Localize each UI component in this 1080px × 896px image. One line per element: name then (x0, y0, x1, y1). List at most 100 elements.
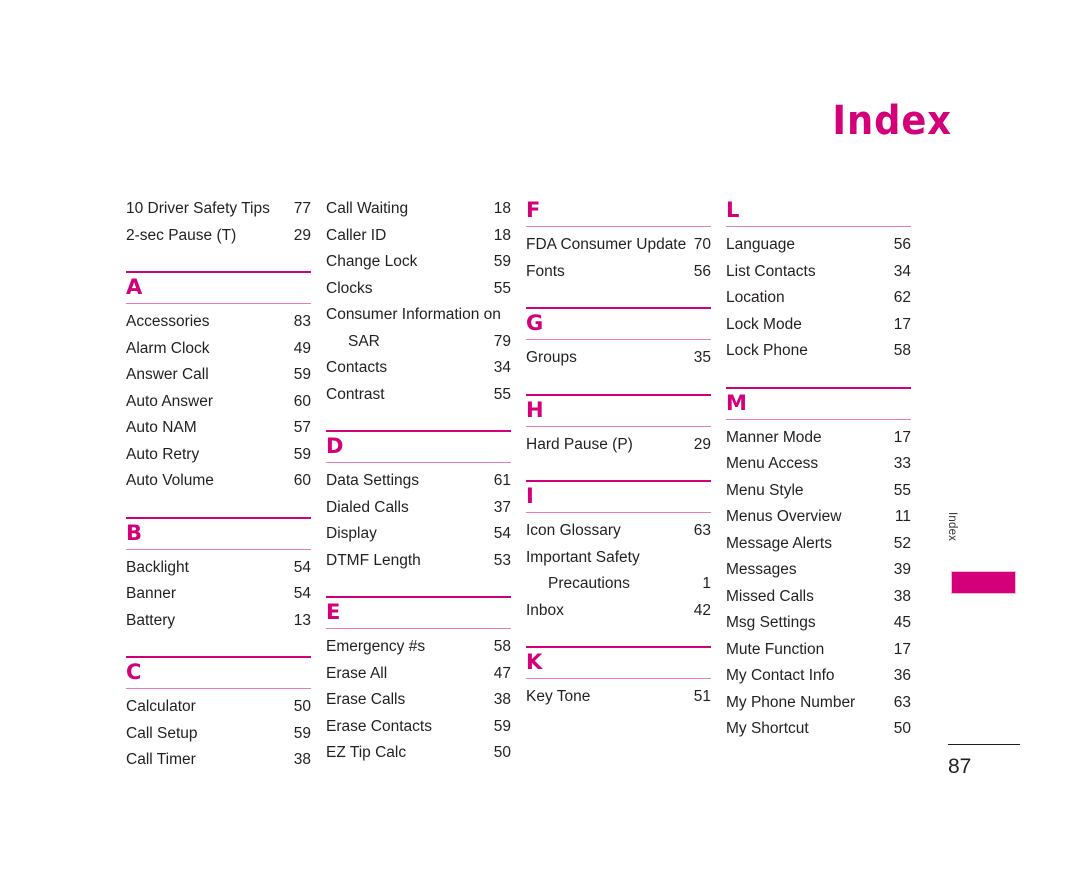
index-entry[interactable]: Lock Phone 58 (726, 338, 911, 365)
index-entry[interactable]: Consumer Information on SAR 79 (326, 302, 511, 355)
index-entry[interactable]: Important Safety Precautions 1 (526, 545, 711, 598)
index-section-intro: 10 Driver Safety Tips 77 2-sec Pause (T) 29 (126, 196, 311, 249)
index-entry[interactable]: Inbox 42 (526, 598, 711, 625)
index-entry-page: 57 (293, 419, 311, 436)
index-entry[interactable]: Battery 13 (126, 608, 311, 635)
index-section-g: G Groups 35 (526, 285, 711, 372)
index-entry[interactable]: My Contact Info 36 (726, 663, 911, 690)
index-entry[interactable]: Manner Mode 17 (726, 425, 911, 452)
index-section-e: E Emergency #s 58 Erase All 47 Erase Calls 38 E… (326, 574, 511, 767)
index-entry-label: Menus Overview (726, 508, 842, 525)
index-entry[interactable]: Message Alerts 52 (726, 531, 911, 558)
index-entry-page: 59 (293, 366, 311, 383)
index-entry-label-cont: Precautions (548, 575, 630, 592)
index-entry[interactable]: Hard Pause (P) 29 (526, 432, 711, 459)
index-entry[interactable]: Missed Calls 38 (726, 584, 911, 611)
index-entry[interactable]: Msg Settings 45 (726, 610, 911, 637)
index-entry[interactable]: My Phone Number 63 (726, 690, 911, 717)
index-entry[interactable]: Calculator 50 (126, 694, 311, 721)
index-entry[interactable]: Menu Style 55 (726, 478, 911, 505)
index-entry[interactable]: Icon Glossary 63 (526, 518, 711, 545)
index-entry[interactable]: Language 56 (726, 232, 911, 259)
index-entry[interactable]: My Shortcut 50 (726, 716, 911, 743)
index-entry-page: 54 (293, 558, 311, 576)
index-entry[interactable]: Groups 35 (526, 345, 711, 372)
index-entry-page: 55 (893, 481, 911, 499)
index-entry[interactable]: Banner 54 (126, 581, 311, 608)
index-entry-label: Important Safety (526, 548, 640, 566)
index-entry-label: Inbox (526, 601, 564, 619)
index-entry[interactable]: Auto NAM 57 (126, 415, 311, 442)
index-entry-page: 60 (293, 472, 311, 489)
section-letter-row: I (526, 482, 711, 512)
section-letter-row: F (526, 196, 711, 226)
index-entry[interactable]: Contacts 34 (326, 355, 511, 382)
index-entry[interactable]: Auto Volume 60 (126, 468, 311, 495)
index-entry-page: 47 (493, 664, 511, 682)
index-entry[interactable]: Answer Call 59 (126, 362, 311, 389)
index-entry[interactable]: Lock Mode 17 (726, 312, 911, 339)
index-entry[interactable]: Location 62 (726, 285, 911, 312)
index-entry-label: Location (726, 289, 785, 306)
index-entry[interactable]: Clocks 55 (326, 276, 511, 303)
index-entry[interactable]: Call Waiting 18 (326, 196, 511, 223)
index-section-h: H Hard Pause (P) 29 (526, 372, 711, 459)
index-entry[interactable]: Alarm Clock 49 (126, 336, 311, 363)
index-entry-page: 45 (893, 614, 911, 631)
index-entry-label: Answer Call (126, 366, 209, 383)
index-entry[interactable]: Menus Overview 11 (726, 504, 911, 531)
index-entry[interactable]: Accessories 83 (126, 309, 311, 336)
section-rule-thin (526, 339, 711, 340)
index-entry[interactable]: Caller ID 18 (326, 223, 511, 250)
index-entry-page: 58 (893, 342, 911, 359)
index-entry[interactable]: Call Timer 38 (126, 747, 311, 774)
index-entry[interactable]: Erase All 47 (326, 661, 511, 688)
index-entry[interactable]: 10 Driver Safety Tips 77 (126, 196, 311, 223)
index-entry[interactable]: Data Settings 61 (326, 468, 511, 495)
index-entry[interactable]: Auto Answer 60 (126, 389, 311, 416)
index-entry-label: Manner Mode (726, 428, 822, 446)
index-entry-label: Hard Pause (P) (526, 435, 633, 453)
index-entry-page: 29 (693, 435, 711, 453)
index-entry-page: 34 (493, 359, 511, 376)
index-entry[interactable]: Dialed Calls 37 (326, 495, 511, 522)
index-entry[interactable]: Key Tone 51 (526, 684, 711, 711)
index-entry[interactable]: Erase Calls 38 (326, 687, 511, 714)
index-entry-continuation: SAR 79 (326, 329, 511, 356)
index-entry-page: 50 (493, 744, 511, 761)
index-entry[interactable]: Emergency #s 58 (326, 634, 511, 661)
section-rule-thin (126, 303, 311, 304)
index-entry[interactable]: List Contacts 34 (726, 259, 911, 286)
index-entry[interactable]: Auto Retry 59 (126, 442, 311, 469)
index-entry[interactable]: EZ Tip Calc 50 (326, 740, 511, 767)
index-entry[interactable]: Erase Contacts 59 (326, 714, 511, 741)
index-entry-page: 17 (893, 428, 911, 446)
index-entry[interactable]: 2-sec Pause (T) 29 (126, 223, 311, 250)
index-entry-label: Auto Answer (126, 392, 214, 410)
index-entry-label: Language (726, 236, 795, 253)
index-entry[interactable]: Fonts 56 (526, 259, 711, 286)
index-entry[interactable]: Messages 39 (726, 557, 911, 584)
index-entry-label: Auto NAM (126, 419, 197, 436)
index-entry[interactable]: Contrast 55 (326, 382, 511, 409)
index-entry[interactable]: Call Setup 59 (126, 721, 311, 748)
index-entry[interactable]: Display 54 (326, 521, 511, 548)
index-entry-label: Icon Glossary (526, 522, 621, 539)
index-entry-page: 55 (493, 385, 511, 403)
index-entry[interactable]: Menu Access 33 (726, 451, 911, 478)
index-entry[interactable]: Mute Function 17 (726, 637, 911, 664)
index-section-k: K Key Tone 51 (526, 624, 711, 711)
index-entry-label: My Phone Number (726, 693, 856, 711)
index-entry[interactable]: Change Lock 59 (326, 249, 511, 276)
index-entry[interactable]: DTMF Length 53 (326, 548, 511, 575)
index-entry-page: 61 (493, 472, 511, 489)
index-entry-label: Erase All (326, 664, 388, 682)
index-entry-label: Banner (126, 585, 176, 602)
index-entry[interactable]: Backlight 54 (126, 555, 311, 582)
index-entry-label: Key Tone (526, 688, 591, 705)
index-entry-label: Data Settings (326, 472, 420, 489)
index-entry[interactable]: FDA Consumer Update 70 (526, 232, 711, 259)
